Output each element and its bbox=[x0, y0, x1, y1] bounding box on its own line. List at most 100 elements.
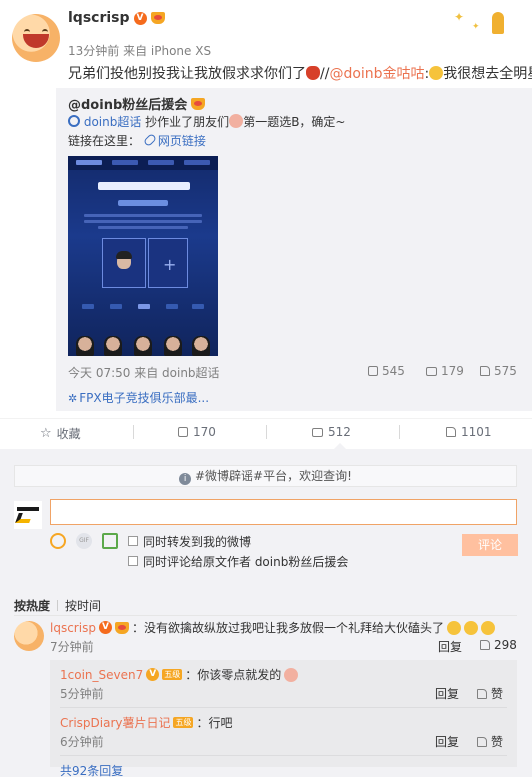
comment-input[interactable] bbox=[50, 499, 517, 525]
reply-button[interactable]: 回复 bbox=[435, 733, 459, 750]
forward-icon bbox=[368, 366, 378, 376]
repost-like-button[interactable]: 575 bbox=[480, 364, 517, 378]
thumbs-up-icon bbox=[446, 427, 456, 437]
topic-icon: ✲ bbox=[68, 392, 78, 405]
reply-like-button[interactable]: 赞 bbox=[477, 685, 503, 702]
repost-like-count: 575 bbox=[494, 364, 517, 378]
reply-author-name[interactable]: CrispDiary薯片日记 bbox=[60, 714, 170, 731]
vote-screenshot-image[interactable]: + bbox=[68, 156, 218, 356]
fan-level-badge: 五级 bbox=[162, 669, 183, 680]
author-name[interactable]: lqscrisp bbox=[68, 10, 130, 26]
author-avatar[interactable] bbox=[12, 14, 60, 62]
mention-link[interactable]: @doinb金咕咕 bbox=[329, 66, 424, 82]
member-crown-icon bbox=[191, 97, 206, 110]
reply-author-name[interactable]: 1coin_Seven7 bbox=[60, 668, 143, 682]
reply-button[interactable]: 回复 bbox=[438, 638, 462, 655]
like-button[interactable]: 1101 bbox=[446, 425, 492, 439]
star-icon: ✦ bbox=[472, 22, 480, 32]
verified-icon: V bbox=[98, 621, 112, 634]
firecracker-emoji-icon bbox=[306, 66, 320, 80]
rumor-notice-banner[interactable]: i #微博辟谣#平台，欢迎查询! bbox=[14, 465, 517, 487]
reply-text: ：你该零点就发的 bbox=[185, 668, 282, 682]
fpx-logo bbox=[14, 501, 42, 529]
repost-meta: 今天 07:50 来自 doinb超话 bbox=[68, 366, 220, 380]
topic-link-label: FPX电子竞技俱乐部最... bbox=[79, 391, 210, 405]
reply-time: 5分钟前 bbox=[60, 687, 104, 701]
reposted-card: @doinb粉丝后援会 doinb超话 抄作业了朋友们 第一题选B，确定~ 链接在… bbox=[56, 88, 532, 411]
reply-line: 1coin_Seven7 V 五级 ：你该零点就发的 bbox=[60, 666, 299, 683]
reply-like-label: 赞 bbox=[491, 687, 504, 701]
comment-time: 7分钟前 bbox=[50, 640, 94, 654]
sort-by-time-tab[interactable]: 按时间 bbox=[65, 599, 101, 613]
trophy-emoji-icon bbox=[480, 620, 495, 635]
forward-checkbox[interactable] bbox=[128, 536, 138, 546]
reply-line: CrispDiary薯片日记 五级 ：行吧 bbox=[60, 714, 233, 731]
comment-icon bbox=[426, 366, 437, 376]
post-action-bar: ☆ 收藏 170 512 1101 bbox=[0, 418, 532, 449]
forward-count: 170 bbox=[193, 425, 216, 439]
reply-time: 6分钟前 bbox=[60, 735, 104, 749]
repost-link-prefix: 链接在这里： bbox=[68, 134, 141, 148]
header-decoration: ✦ ✦ bbox=[432, 6, 512, 46]
forward-checkbox-label: 同时转发到我的微博 bbox=[143, 535, 252, 549]
sort-by-hot-tab[interactable]: 按热度 bbox=[14, 599, 50, 613]
post-text-main: 兄弟们投他别投我让我放假求求你们了 bbox=[68, 66, 306, 82]
reply-like-button[interactable]: 赞 bbox=[477, 733, 503, 750]
comment-count: 512 bbox=[328, 425, 351, 439]
role-icon-row bbox=[68, 300, 218, 314]
web-link-label: 网页链接 bbox=[157, 134, 206, 148]
post-meta: 13分钟前 来自 iPhone XS bbox=[68, 44, 212, 58]
repost-link-line: 链接在这里： 网页链接 bbox=[68, 132, 206, 149]
post-text-end: 我很想去全明星 bbox=[443, 66, 532, 82]
thumbs-up-icon bbox=[480, 640, 490, 650]
image-title-bar bbox=[98, 182, 190, 190]
fan-level-badge: 五级 bbox=[173, 717, 194, 728]
comment-icon bbox=[312, 427, 323, 437]
image-upload-icon[interactable] bbox=[102, 533, 118, 549]
topic-link[interactable]: ✲ FPX电子竞技俱乐部最... bbox=[68, 389, 209, 406]
reply-thread: 1coin_Seven7 V 五级 ：你该零点就发的 5分钟前 回复 赞 Cri… bbox=[50, 660, 517, 767]
more-replies-link[interactable]: 共92条回复 bbox=[60, 762, 123, 779]
web-link[interactable]: 网页链接 bbox=[142, 132, 206, 148]
reply-button[interactable]: 回复 bbox=[435, 685, 459, 702]
comment-button[interactable]: 512 bbox=[312, 425, 351, 439]
thumbs-up-icon bbox=[480, 366, 490, 376]
super-topic-link[interactable]: doinb超话 bbox=[84, 115, 142, 129]
repost-text-line: doinb超话 抄作业了朋友们 第一题选B，确定~ bbox=[68, 113, 345, 130]
repost-text: 抄作业了朋友们 bbox=[141, 115, 230, 129]
submit-comment-button[interactable]: 评论 bbox=[462, 534, 518, 556]
favorite-button[interactable]: ☆ 收藏 bbox=[40, 425, 81, 442]
reply-like-label: 赞 bbox=[491, 735, 504, 749]
repost-comment-count: 179 bbox=[441, 364, 464, 378]
commenter-name[interactable]: lqscrisp bbox=[50, 621, 96, 635]
comment-origin-checkbox-label: 同时评论给原文作者 doinb粉丝后援会 bbox=[143, 555, 349, 569]
forward-icon bbox=[178, 427, 188, 437]
gif-icon[interactable]: GIF bbox=[76, 533, 92, 549]
info-icon: i bbox=[179, 473, 192, 485]
comment-line: lqscrisp V ：没有欲擒故纵放过我吧让我多放假一个礼拜给大伙磕头了 bbox=[50, 619, 495, 636]
repost-author[interactable]: @doinb粉丝后援会 bbox=[68, 94, 187, 113]
repost-author-line: @doinb粉丝后援会 bbox=[68, 94, 206, 113]
pray-emoji-icon bbox=[446, 620, 461, 635]
dog-emoji-icon bbox=[284, 667, 299, 682]
star-icon: ✦ bbox=[454, 10, 465, 24]
repost-comment-button[interactable]: 179 bbox=[426, 364, 464, 378]
comment-like-button[interactable]: 298 bbox=[480, 638, 517, 652]
thumbs-up-icon bbox=[477, 688, 487, 699]
comment-origin-checkbox[interactable] bbox=[128, 556, 138, 566]
forward-button[interactable]: 170 bbox=[178, 425, 216, 439]
player-faces-row bbox=[68, 332, 218, 356]
laughing-emoji-icon bbox=[429, 66, 444, 80]
little-prince-icon bbox=[492, 12, 504, 34]
thumbs-up-icon bbox=[477, 736, 487, 747]
emoji-icon[interactable] bbox=[50, 533, 66, 549]
commenter-avatar[interactable] bbox=[14, 621, 44, 651]
image-tab-strip bbox=[68, 156, 218, 170]
author-line: lqscrisp V bbox=[68, 10, 165, 26]
image-subtitle-bar bbox=[118, 200, 168, 206]
empty-player-card: + bbox=[148, 238, 188, 288]
favorite-label: 收藏 bbox=[56, 427, 81, 441]
repost-forward-button[interactable]: 545 bbox=[368, 364, 405, 378]
like-count: 1101 bbox=[461, 425, 492, 439]
comment-panel: i #微博辟谣#平台，欢迎查询! GIF 同时转发到我的微博 同时评论给原文作者… bbox=[0, 449, 532, 779]
